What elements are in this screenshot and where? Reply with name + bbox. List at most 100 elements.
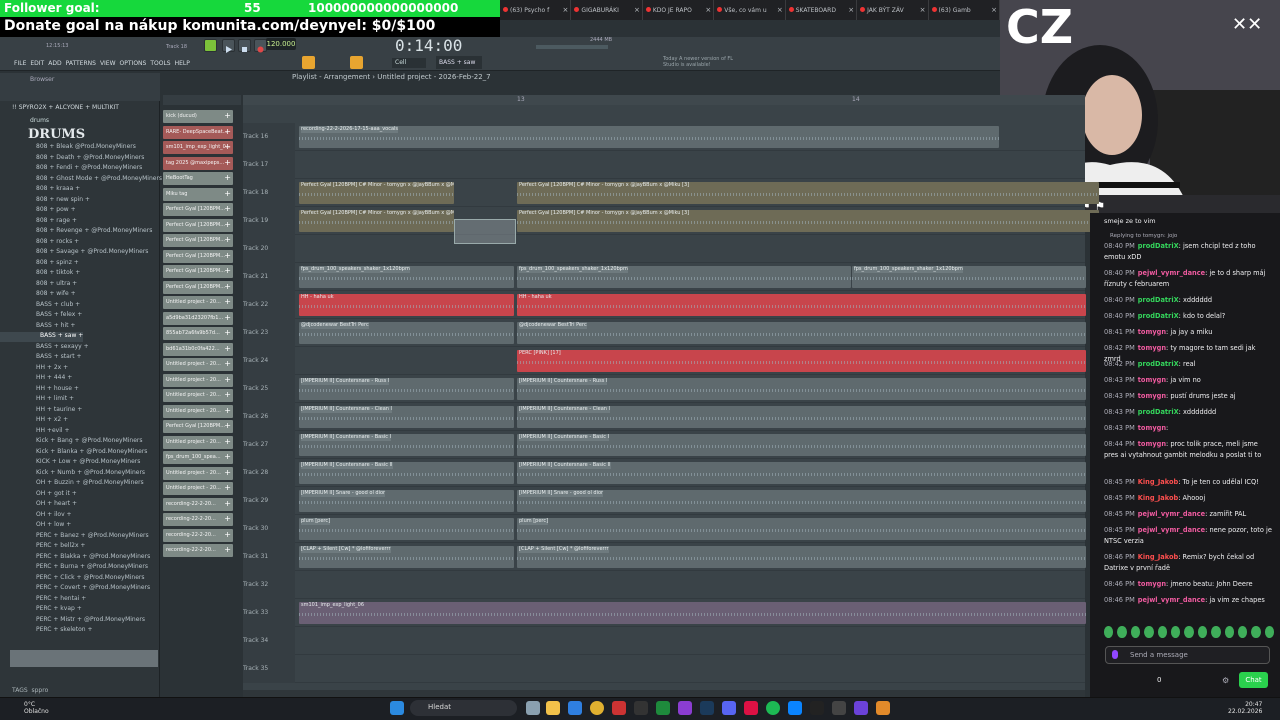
menu-help[interactable]: HELP bbox=[175, 60, 190, 67]
menu-file[interactable]: FILE bbox=[14, 60, 26, 67]
emote-icon[interactable] bbox=[1237, 626, 1248, 638]
browser-tags[interactable]: TAGS sppro bbox=[12, 687, 48, 694]
playlist-track[interactable]: Track 26 [IMPERIUM II] Countersnare - Cle… bbox=[243, 403, 1086, 431]
app-icon-ytm[interactable] bbox=[744, 701, 758, 715]
playlist-track[interactable]: Track 24 PERC [PINK] [17] bbox=[243, 347, 1086, 375]
browser-tab[interactable]: (63) Gamb × bbox=[929, 0, 1000, 20]
chrome-icon[interactable] bbox=[590, 701, 604, 715]
plus-icon[interactable]: + bbox=[224, 235, 231, 244]
emote-icon[interactable] bbox=[1157, 626, 1167, 638]
audio-clip[interactable]: fps_drum_100_speakers_shaker_1x120bpm bbox=[852, 266, 1086, 288]
plus-icon[interactable]: + bbox=[224, 313, 231, 322]
audio-clip[interactable]: [CLAP + Silent [Cw] * @lofiforeverrr bbox=[517, 546, 1086, 568]
browser-file-item[interactable]: HH + house + bbox=[0, 385, 79, 395]
emote-icon[interactable] bbox=[1224, 626, 1234, 638]
browser-file-item[interactable]: OH + heart + bbox=[0, 500, 77, 510]
browser-file-item[interactable]: PERC + Blakka + @Prod.MoneyMiners bbox=[0, 553, 150, 563]
browser-file-item[interactable]: Kick + Numb + @Prod.MoneyMiners bbox=[0, 469, 145, 479]
pattern-clip-item[interactable]: Untitled project - 20... + bbox=[163, 296, 233, 309]
browser-file-item[interactable]: 808 + Revenge + @Prod.MoneyMiners bbox=[0, 227, 152, 237]
gear-icon[interactable]: ⚙ bbox=[1222, 676, 1229, 685]
pattern-clip-item[interactable]: Perfect Gyal [120BPM... + bbox=[163, 280, 233, 294]
tool-paint-icon[interactable] bbox=[350, 56, 363, 69]
playlist-track[interactable]: Track 19 Perfect Gyal [120BPM] C# Minor -… bbox=[243, 207, 1099, 235]
browser-file-item[interactable]: 808 + spinz + bbox=[0, 259, 79, 269]
audio-clip[interactable]: [IMPERIUM II] Snare - good ol dior bbox=[299, 490, 514, 512]
spotify-icon[interactable] bbox=[766, 701, 780, 715]
close-icon[interactable]: × bbox=[848, 6, 854, 14]
taskbar-clock[interactable]: 20:47 22.02.2026 bbox=[1228, 701, 1262, 715]
audio-clip[interactable]: HH - haha uk bbox=[517, 294, 1086, 316]
browser-file-item[interactable]: BASS + start + bbox=[0, 353, 82, 363]
browser-tab[interactable]: KDO JE RAPO × bbox=[643, 0, 715, 20]
browser-file-item[interactable]: OH + Buzzin + @Prod.MoneyMiners bbox=[0, 479, 144, 489]
chat-username[interactable]: prodDatriX bbox=[1138, 408, 1179, 416]
pattern-clip-item[interactable]: recording-22-2-20... + bbox=[163, 497, 233, 511]
audio-clip[interactable]: @djcodenewar BestTri Perc bbox=[517, 322, 1086, 344]
playlist-track[interactable]: Track 25 [IMPERIUM II] Countersnare - Rus… bbox=[243, 375, 1086, 403]
browser-file-item[interactable]: OH + ilov + bbox=[0, 511, 72, 521]
plus-icon[interactable]: + bbox=[224, 344, 231, 353]
browser-file-item[interactable]: PERC + bell2x + bbox=[0, 542, 85, 552]
browser-file-item[interactable]: PERC + kvap + bbox=[0, 605, 82, 615]
chat-username[interactable]: tomygn bbox=[1138, 392, 1166, 400]
chat-username[interactable]: King_Jakob bbox=[1138, 553, 1178, 561]
close-icon[interactable]: × bbox=[705, 6, 711, 14]
chat-username[interactable]: pejwl_vymr_dance bbox=[1138, 596, 1205, 604]
browser-file-item[interactable]: PERC + hentai + bbox=[0, 595, 86, 605]
plus-icon[interactable]: + bbox=[224, 127, 231, 136]
playlist-track[interactable]: Track 34 bbox=[243, 627, 1085, 655]
browser-file-item[interactable]: 808 + Savage + @Prod.MoneyMiners bbox=[0, 248, 148, 258]
plus-icon[interactable]: + bbox=[224, 483, 231, 492]
track-label[interactable]: Track 34 bbox=[243, 627, 295, 655]
app-icon-dark[interactable] bbox=[634, 701, 648, 715]
plus-icon[interactable]: + bbox=[224, 545, 231, 554]
pattern-clip-item[interactable]: sm101_imp_exp_light_0... + bbox=[163, 141, 233, 154]
channel-points[interactable]: 0 bbox=[1157, 676, 1161, 684]
track-label[interactable]: Track 27 bbox=[243, 431, 295, 459]
playlist-track[interactable]: Track 30 plum [perc] plum [perc] bbox=[243, 515, 1086, 543]
pattern-clip-item[interactable]: Perfect Gyal [120BPM... + bbox=[163, 249, 233, 263]
chat-username[interactable]: King_Jakob bbox=[1138, 478, 1178, 486]
pattern-clip-item[interactable]: Untitled project - 20... + bbox=[163, 404, 233, 418]
browser-file-item[interactable]: 808 + wife + bbox=[0, 290, 76, 300]
pattern-clip-item[interactable]: recording-22-2-20... + bbox=[163, 544, 233, 557]
pattern-clip-item[interactable]: Untitled project - 20... + bbox=[163, 466, 233, 480]
track-label[interactable]: Track 24 bbox=[243, 347, 295, 375]
pattern-clip-item[interactable]: recording-22-2-20... + bbox=[163, 513, 233, 526]
pattern-clip-item[interactable]: Untitled project - 20... + bbox=[163, 389, 233, 402]
playlist-track[interactable]: Track 17 bbox=[243, 151, 1085, 179]
chat-username[interactable]: tomygn bbox=[1138, 344, 1166, 352]
track-label[interactable]: Track 18 bbox=[243, 179, 295, 207]
plus-icon[interactable]: + bbox=[224, 452, 231, 461]
pattern-clip-item[interactable]: Perfect Gyal [120BPM... + bbox=[163, 203, 233, 216]
pattern-clip-item[interactable]: recording-22-2-20... + bbox=[163, 528, 233, 542]
chat-input[interactable]: Send a message bbox=[1105, 646, 1270, 664]
audio-clip[interactable]: Perfect Gyal [120BPM] C# Minor - tomygn … bbox=[299, 210, 454, 232]
pattern-clip-item[interactable]: Perfect Gyal [120BPM... + bbox=[163, 265, 233, 278]
plus-icon[interactable]: + bbox=[224, 251, 231, 260]
playlist-track[interactable]: Track 35 bbox=[243, 655, 1085, 683]
audio-clip[interactable]: [IMPERIUM II] Countersnare - Basic II bbox=[517, 462, 1086, 484]
playlist-arrangement[interactable]: Track 16 recording-22-2-2026-17-15-aaa_vo… bbox=[243, 95, 1099, 700]
chat-username[interactable]: pejwl_vymr_dance bbox=[1138, 269, 1205, 277]
playlist-track[interactable]: Track 16 recording-22-2-2026-17-15-aaa_vo… bbox=[243, 123, 1085, 151]
app-icon-blue[interactable] bbox=[788, 701, 802, 715]
audio-clip[interactable]: plum [perc] bbox=[517, 518, 1086, 540]
browser-file-item[interactable]: OH + got it + bbox=[0, 490, 77, 500]
pattern-clip-item[interactable]: kick (ducud) + bbox=[163, 110, 233, 123]
track-label[interactable]: Track 29 bbox=[243, 487, 295, 515]
audio-clip[interactable]: [IMPERIUM II] Countersnare - Russ I bbox=[299, 378, 514, 400]
plus-icon[interactable]: + bbox=[224, 468, 231, 477]
close-icon[interactable]: × bbox=[920, 6, 926, 14]
pattern-clip-item[interactable]: 855ab72a6fa9b57d... + bbox=[163, 327, 233, 340]
track-label[interactable]: Track 28 bbox=[243, 459, 295, 487]
emote-icon[interactable] bbox=[1184, 626, 1194, 638]
pattern-clip-item[interactable]: Untitled project - 20... + bbox=[163, 358, 233, 371]
emote-icon[interactable] bbox=[1197, 626, 1208, 638]
playlist-track[interactable]: Track 29 [IMPERIUM II] Snare - good ol di… bbox=[243, 487, 1086, 515]
browser-tab[interactable]: Vše, co vám u × bbox=[714, 0, 786, 20]
edge-icon[interactable] bbox=[568, 701, 582, 715]
playlist-track[interactable]: Track 31 [CLAP + Silent [Cw] * @lofiforev… bbox=[243, 543, 1086, 571]
emote-icon[interactable] bbox=[1104, 626, 1114, 638]
